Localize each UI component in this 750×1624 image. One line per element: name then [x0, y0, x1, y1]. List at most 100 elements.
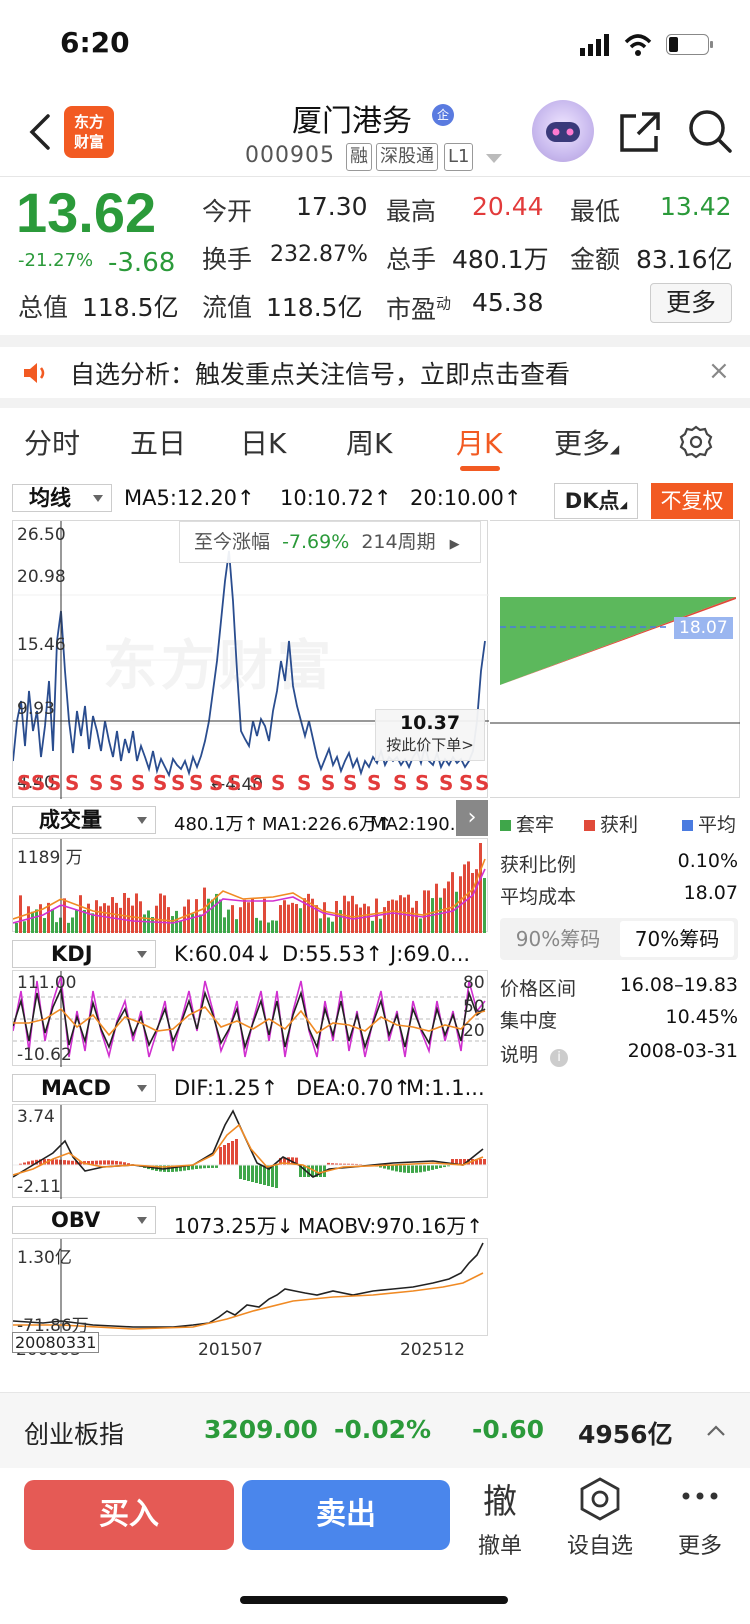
tab-chip-70[interactable]: 70%筹码	[620, 921, 734, 957]
status-icons	[580, 34, 713, 56]
legend-swatch	[584, 820, 595, 831]
gear-icon[interactable]	[678, 424, 714, 460]
logo-line-2: 财富	[73, 133, 104, 151]
volume-bar	[131, 905, 134, 933]
chevron-right-icon[interactable]: ›	[456, 800, 488, 836]
kdj-chart	[12, 971, 489, 1067]
caret-icon	[137, 1085, 147, 1092]
macd-selector[interactable]: MACD	[12, 1074, 156, 1102]
obv-selector[interactable]: OBV	[12, 1206, 156, 1234]
tab-five-day[interactable]: 五日	[130, 422, 186, 462]
chevron-right-icon: ▶	[449, 537, 460, 552]
sell-signal-marker: S	[271, 771, 286, 795]
kdj-panel[interactable]: 111.00 -10.62 80 50 20	[12, 970, 489, 1067]
volume-selector[interactable]: 成交量	[12, 806, 156, 834]
pe-sup: 动	[436, 294, 452, 313]
volume-bar	[383, 907, 386, 933]
cancel-order-icon[interactable]: 撤	[472, 1474, 528, 1523]
sell-signal-marker: S	[227, 771, 242, 795]
volume-bar	[419, 918, 422, 933]
more-quote-button[interactable]: 更多	[650, 283, 732, 323]
volume-bar	[223, 917, 226, 933]
period-change-summary[interactable]: 至今涨幅 -7.69% 214周期 ▶	[179, 521, 481, 563]
low-value: 13.42	[660, 192, 732, 221]
macd-histogram-bar	[247, 1165, 250, 1181]
macd-histogram-bar	[419, 1165, 422, 1173]
sell-signal-marker: S	[393, 771, 408, 795]
volume-y-top: 1189 万	[17, 848, 83, 868]
alert-text[interactable]: 自选分析：触发重点关注信号，立即点击查看	[70, 355, 570, 391]
volume-bar	[395, 900, 398, 933]
search-icon[interactable]	[687, 108, 733, 154]
volume-bar	[79, 895, 82, 933]
sell-button[interactable]: 卖出	[242, 1480, 450, 1550]
chip-shape	[490, 597, 740, 724]
tab-daily[interactable]: 日K	[240, 422, 286, 462]
obv-y-top: 1.30亿	[17, 1248, 72, 1268]
volume-bar	[483, 877, 486, 933]
volume-bar	[215, 893, 218, 933]
volume-bar	[51, 909, 54, 933]
sell-signal-marker: S	[31, 771, 46, 795]
volume-bar	[203, 887, 206, 933]
price-chart-panel[interactable]: 东方财富 26.50 20.98 15.46 9.93 4.40 ←4.40 S…	[12, 520, 489, 799]
note-label[interactable]: 说明 i	[500, 1040, 569, 1067]
add-watchlist-icon[interactable]	[578, 1476, 622, 1522]
sell-signal-marker: S	[65, 771, 80, 795]
stock-dropdown-icon[interactable]	[486, 154, 502, 163]
tag-connect: 深股通	[376, 143, 438, 171]
tab-chip-90[interactable]: 90%筹码	[500, 918, 616, 960]
obv-value: 1073.25万↓	[174, 1214, 294, 1238]
macd-histogram-bar	[431, 1165, 434, 1170]
index-ticker-bar[interactable]: 创业板指 3209.00 -0.02% -0.60 4956亿	[0, 1392, 750, 1468]
assistant-avatar[interactable]	[532, 100, 594, 162]
volume-bar	[255, 917, 258, 933]
amount-label: 金额	[570, 245, 621, 274]
macd-histogram-bar	[435, 1165, 438, 1169]
avg-cost-tag: 18.07	[674, 617, 733, 639]
obv-panel[interactable]: 1.30亿 -71.86万	[12, 1238, 488, 1337]
info-icon[interactable]: i	[550, 1049, 569, 1067]
macd-histogram-bar	[107, 1160, 110, 1165]
home-indicator	[240, 1596, 508, 1604]
ma20-value: 20:10.00↑	[410, 486, 522, 510]
macd-panel[interactable]: 3.74 -2.11	[12, 1104, 489, 1199]
more-dots-icon[interactable]	[680, 1490, 720, 1502]
index-pct: -0.02%	[334, 1415, 432, 1444]
close-icon[interactable]: ×	[708, 356, 730, 386]
dk-point-button[interactable]: DK点◢	[554, 483, 638, 519]
chevron-up-icon[interactable]	[706, 1423, 726, 1437]
tab-monthly[interactable]: 月K	[456, 422, 502, 462]
volume-bar	[187, 899, 190, 933]
macd-histogram-bar	[319, 1165, 322, 1177]
macd-histogram-bar	[255, 1165, 258, 1183]
summary-period: 214周期	[361, 531, 436, 553]
volume-panel[interactable]: 1189 万	[12, 838, 488, 933]
no-adjust-button[interactable]: 不复权	[651, 483, 733, 519]
caret-icon	[93, 495, 103, 502]
add-watchlist-label[interactable]: 设自选	[560, 1528, 640, 1560]
enterprise-badge: 企	[432, 104, 454, 126]
kdj-selector[interactable]: KDJ	[12, 940, 156, 968]
back-icon[interactable]	[22, 110, 62, 154]
buy-button[interactable]: 买入	[24, 1480, 234, 1550]
volume-value: 480.1万↑	[174, 814, 259, 835]
crosshair-price-box[interactable]: 10.37 按此价下单>	[375, 709, 485, 761]
index-amount: 4956亿	[578, 1420, 673, 1449]
volume-bar	[423, 890, 426, 933]
order-at-price-link[interactable]: 按此价下单>	[376, 734, 484, 755]
ma-selector[interactable]: 均线	[12, 484, 112, 512]
macd-dea: DEA:0.70↑	[296, 1076, 411, 1100]
sell-signal-marker: S	[189, 771, 204, 795]
cancel-order-label[interactable]: 撤单	[466, 1528, 534, 1560]
volume-bar	[71, 917, 74, 933]
tab-weekly[interactable]: 周K	[346, 422, 392, 462]
tab-intraday[interactable]: 分时	[24, 422, 80, 462]
share-icon[interactable]	[618, 110, 662, 154]
tab-more[interactable]: 更多◢	[554, 422, 619, 462]
more-actions-label[interactable]: 更多	[666, 1528, 734, 1560]
volume-bar	[387, 900, 390, 933]
volume-bar	[327, 917, 330, 933]
macd-histogram-bar	[415, 1165, 418, 1173]
volume-bar	[455, 891, 458, 933]
